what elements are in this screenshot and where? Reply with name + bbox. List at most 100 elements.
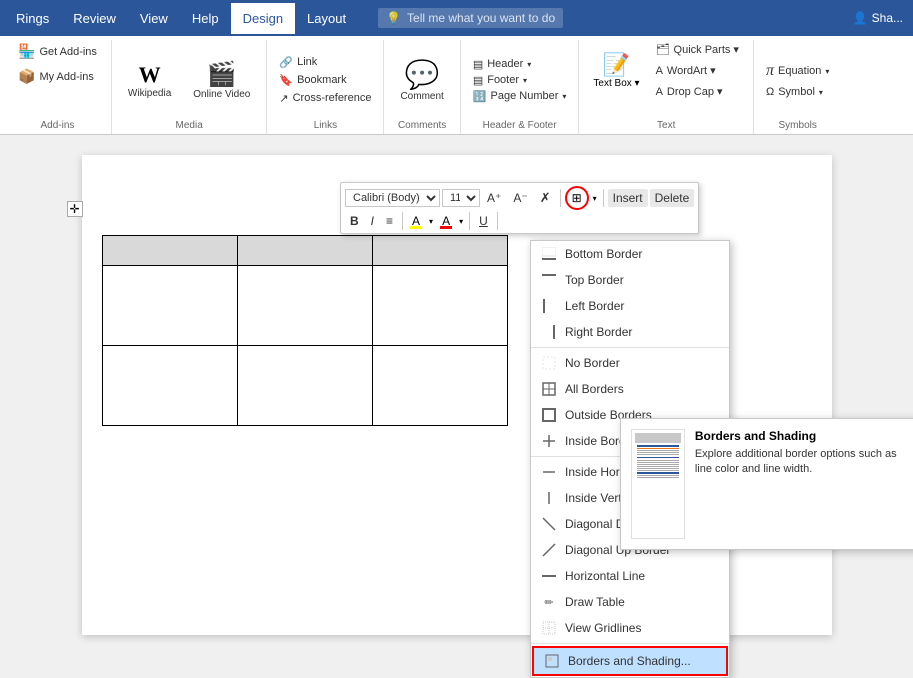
- borders-shading-item[interactable]: Borders and Shading...: [532, 646, 728, 676]
- get-addins-button[interactable]: 🏪 Get Add-ins: [12, 40, 103, 63]
- user-label: Sha...: [872, 11, 903, 25]
- table-row: [102, 236, 507, 266]
- dropcap-icon: A: [656, 86, 663, 98]
- group-text: 📝 Text Box ▾ 🗂 Quick Parts ▾ A WordArt ▾: [579, 40, 754, 134]
- italic-button[interactable]: I: [366, 212, 379, 230]
- menu-divider3: [531, 643, 729, 644]
- online-video-icon: 🎬: [207, 60, 237, 89]
- page-number-button[interactable]: 🔢 Page Number ▾: [469, 89, 571, 104]
- comment-button[interactable]: 💬 Comment: [392, 54, 451, 106]
- wikipedia-icon: W: [139, 62, 161, 88]
- table-cell[interactable]: [102, 236, 237, 266]
- tab-review[interactable]: Review: [61, 3, 128, 34]
- header-footer-items: ▤ Header ▾ ▤ Footer ▾ 🔢 Page Number ▾: [469, 57, 571, 104]
- all-borders-item[interactable]: All Borders: [531, 376, 729, 402]
- bold-button[interactable]: B: [345, 212, 364, 230]
- no-border-item[interactable]: No Border: [531, 350, 729, 376]
- wikipedia-button[interactable]: W Wikipedia: [120, 58, 179, 103]
- header-button[interactable]: ▤ Header ▾: [469, 57, 571, 72]
- underline-button[interactable]: U: [474, 212, 493, 230]
- toolbar-divider2: [603, 189, 604, 207]
- border-dropdown-arrow[interactable]: ▾: [591, 192, 599, 205]
- table-cell[interactable]: [372, 266, 507, 346]
- equation-icon: π: [766, 62, 774, 80]
- highlight-dropdown-arrow[interactable]: ▾: [427, 215, 435, 228]
- table-cell[interactable]: [237, 236, 372, 266]
- table-move-handle[interactable]: ✛: [67, 201, 83, 217]
- equation-button[interactable]: π Equation ▾: [762, 60, 833, 82]
- inside-vert-icon: [541, 490, 557, 506]
- get-addins-label: Get Add-ins: [39, 46, 96, 58]
- dropcap-button[interactable]: A Drop Cap ▾: [650, 82, 745, 101]
- group-header-footer-label: Header & Footer: [483, 120, 557, 134]
- symbol-button[interactable]: Ω Symbol ▾: [762, 84, 833, 100]
- bottom-border-icon: [541, 246, 557, 262]
- draw-table-item[interactable]: ✏ Draw Table: [531, 589, 729, 615]
- tab-rings[interactable]: Rings: [4, 3, 61, 34]
- group-links-label: Links: [314, 120, 337, 134]
- wordart-button[interactable]: A WordArt ▾: [650, 61, 745, 80]
- header-dropdown-arrow[interactable]: ▾: [527, 60, 531, 69]
- ribbon-search-box[interactable]: 💡 Tell me what you want to do: [378, 8, 563, 28]
- page-number-icon: 🔢: [473, 90, 487, 103]
- bottom-border-label: Bottom Border: [565, 247, 642, 261]
- my-addins-button[interactable]: 📦 My Add-ins: [12, 65, 100, 88]
- text-box-button[interactable]: 📝 Text Box ▾: [587, 48, 645, 93]
- horizontal-line-item[interactable]: Horizontal Line: [531, 563, 729, 589]
- top-border-item[interactable]: Top Border: [531, 267, 729, 293]
- footer-icon: ▤: [473, 74, 483, 87]
- font-size-select[interactable]: 11: [442, 189, 480, 207]
- font-color-button[interactable]: A: [437, 212, 455, 230]
- group-text-label: Text: [657, 120, 675, 134]
- left-border-item[interactable]: Left Border: [531, 293, 729, 319]
- toolbar-divider4: [469, 212, 470, 230]
- page-number-dropdown-arrow[interactable]: ▾: [562, 92, 566, 101]
- text-box-icon: 📝: [603, 52, 630, 78]
- view-gridlines-item[interactable]: View Gridlines: [531, 615, 729, 641]
- table-cell[interactable]: [237, 266, 372, 346]
- font-grow-button[interactable]: A⁺: [482, 189, 506, 207]
- highlight-color-button[interactable]: A: [407, 212, 425, 230]
- table-cell[interactable]: [237, 346, 372, 426]
- toolbar-divider5: [497, 212, 498, 230]
- borders-shading-label: Borders and Shading...: [568, 654, 691, 668]
- border-button[interactable]: ⊞: [565, 186, 589, 210]
- tab-design[interactable]: Design: [231, 3, 295, 34]
- font-shrink-button[interactable]: A⁻: [508, 189, 532, 207]
- user-account[interactable]: 👤 Sha...: [853, 11, 903, 25]
- symbol-dropdown-arrow[interactable]: ▾: [819, 88, 823, 97]
- tooltip-content: Borders and Shading Explore additional b…: [695, 429, 909, 539]
- table-cell[interactable]: [372, 346, 507, 426]
- tab-layout[interactable]: Layout: [295, 3, 358, 34]
- delete-button[interactable]: Delete: [650, 189, 695, 207]
- tab-help[interactable]: Help: [180, 3, 231, 34]
- ribbon-content: 🏪 Get Add-ins 📦 My Add-ins Add-ins W Wik…: [0, 36, 913, 135]
- footer-button[interactable]: ▤ Footer ▾: [469, 73, 571, 88]
- wordart-icon: A: [656, 65, 663, 77]
- user-icon: 👤: [853, 11, 868, 25]
- diagonal-down-icon: [541, 516, 557, 532]
- right-border-item[interactable]: Right Border: [531, 319, 729, 345]
- top-border-label: Top Border: [565, 273, 624, 287]
- cross-reference-button[interactable]: ↗ Cross-reference: [275, 90, 375, 107]
- bottom-border-item[interactable]: Bottom Border: [531, 241, 729, 267]
- table-cell[interactable]: [372, 236, 507, 266]
- online-video-button[interactable]: 🎬 Online Video: [185, 56, 258, 104]
- tooltip-title: Borders and Shading: [695, 429, 909, 443]
- link-button[interactable]: 🔗 Link: [275, 54, 375, 71]
- font-color-dropdown-arrow[interactable]: ▾: [457, 215, 465, 228]
- clear-format-button[interactable]: ✗: [535, 188, 556, 208]
- group-comments: 💬 Comment Comments: [384, 40, 460, 134]
- bookmark-button[interactable]: 🔖 Bookmark: [275, 72, 375, 89]
- my-addins-label: My Add-ins: [39, 71, 93, 83]
- footer-dropdown-arrow[interactable]: ▾: [523, 76, 527, 85]
- tab-view[interactable]: View: [128, 3, 180, 34]
- inside-horiz-icon: [541, 464, 557, 480]
- table-cell[interactable]: [102, 346, 237, 426]
- align-button[interactable]: ≡: [381, 212, 398, 230]
- equation-dropdown-arrow[interactable]: ▾: [825, 67, 829, 76]
- font-family-select[interactable]: Calibri (Body): [345, 189, 440, 207]
- table-cell[interactable]: [102, 266, 237, 346]
- insert-button[interactable]: Insert: [608, 189, 648, 207]
- quick-parts-button[interactable]: 🗂 Quick Parts ▾: [650, 40, 745, 59]
